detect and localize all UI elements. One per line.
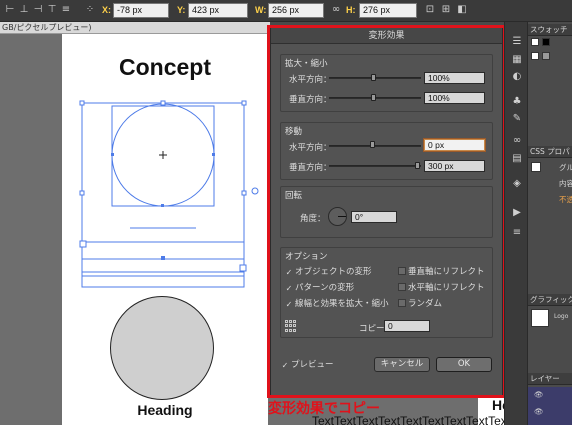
scale-strokes-label: 線幅と効果を拡大・縮小 xyxy=(295,299,389,309)
panel-icon-strip: ☰ ▦ ◐ ♣ ✎ ∞ ▤ ◈ ▶ ≡ xyxy=(504,22,528,425)
scale-vertical-field[interactable]: 100% xyxy=(424,92,485,104)
x-label: X: xyxy=(102,5,111,15)
swatches-tab[interactable]: スウォッチ xyxy=(528,24,572,36)
css-properties-tab[interactable]: CSS プロパ xyxy=(528,146,572,158)
brushes-icon[interactable]: ✎ xyxy=(510,113,524,125)
grey-circle[interactable] xyxy=(110,296,214,400)
checkmark-icon: ✓ xyxy=(281,361,289,370)
transform-objects-label: オブジェクトの変形 xyxy=(295,267,372,277)
visibility-eye-icon[interactable]: 👁 xyxy=(534,407,544,416)
symbols-icon[interactable]: ♣ xyxy=(510,96,524,108)
angle-field[interactable]: 0° xyxy=(351,211,397,223)
reflect-horizontal-checkbox[interactable]: 水平軸にリフレクト xyxy=(398,281,485,293)
right-panels: スウォッチ CSS プロパ グル 内容 不透 グラフィック Logo レイヤー … xyxy=(528,22,572,425)
cancel-button[interactable]: キャンセル xyxy=(374,357,430,372)
move-horizontal-slider[interactable] xyxy=(329,145,421,147)
transform-patterns-checkbox[interactable]: ✓ パターンの変形 xyxy=(285,281,354,293)
w-label: W: xyxy=(255,5,267,15)
reflect-vertical-checkbox[interactable]: 垂直軸にリフレクト xyxy=(398,265,485,277)
align-center-icon[interactable]: ⊥ xyxy=(18,4,30,16)
checkmark-icon: ✓ xyxy=(285,268,293,277)
color-icon[interactable]: ◐ xyxy=(510,71,524,83)
move-vertical-label: 垂直方向： xyxy=(289,163,332,173)
copies-label: コピー xyxy=(359,324,385,334)
layers-icon[interactable]: ◈ xyxy=(510,178,524,190)
transform-patterns-label: パターンの変形 xyxy=(295,283,355,293)
transform-objects-checkbox[interactable]: ✓ オブジェクトの変形 xyxy=(285,265,372,277)
transform-effect-dialog: 変形効果 拡大・縮小 水平方向： 100% 垂直方向： 100% 移動 水平方向… xyxy=(270,27,503,396)
reflect-vertical-label: 垂直軸にリフレクト xyxy=(408,267,485,277)
heading-text: Heading xyxy=(137,402,193,418)
group-label: グル xyxy=(559,163,572,172)
scale-strokes-checkbox[interactable]: ✓ 線幅と効果を拡大・縮小 xyxy=(285,297,389,309)
links-icon[interactable]: ∞ xyxy=(510,135,524,147)
swatches-icon[interactable]: ▦ xyxy=(510,54,524,66)
scale-horizontal-label: 水平方向： xyxy=(289,75,332,85)
angle-dial[interactable] xyxy=(328,207,347,226)
scale-vertical-label: 垂直方向： xyxy=(289,95,332,105)
h-input[interactable]: 276 px xyxy=(359,3,417,18)
scale-title: 拡大・縮小 xyxy=(285,59,328,69)
move-vertical-slider[interactable] xyxy=(329,165,421,167)
copies-field[interactable]: 0 xyxy=(384,320,430,332)
checkmark-icon: ✓ xyxy=(285,300,293,309)
swatch-black[interactable] xyxy=(542,38,550,46)
random-label: ランダム xyxy=(408,299,443,309)
opacity-label: 不透 xyxy=(559,195,572,204)
fill-swatch[interactable] xyxy=(531,162,541,172)
move-vertical-field[interactable]: 300 px xyxy=(424,160,485,172)
dialog-title[interactable]: 変形効果 xyxy=(271,28,502,44)
angle-label: 角度： xyxy=(300,214,326,224)
layers-tab[interactable]: レイヤー xyxy=(528,373,572,385)
contents-label: 内容 xyxy=(559,179,572,188)
move-horizontal-field[interactable]: 0 px xyxy=(424,139,485,151)
rotate-title: 回転 xyxy=(285,191,303,201)
reference-point-icon[interactable] xyxy=(285,320,297,332)
document-tab[interactable]: GB/ピクセルプレビュー) xyxy=(0,22,270,34)
align-middle-icon[interactable]: ≡ xyxy=(60,4,72,16)
h-label: H: xyxy=(346,5,356,15)
move-horizontal-label: 水平方向： xyxy=(289,143,332,153)
transform-panel-icon[interactable]: ⊡ xyxy=(424,4,436,16)
play-icon[interactable]: ▶ xyxy=(510,207,524,219)
grid-icon[interactable]: ⊞ xyxy=(440,4,452,16)
style-thumbnail[interactable] xyxy=(531,309,549,327)
move-vertical-thumb[interactable] xyxy=(415,162,420,169)
annotation-caption: 変形効果でコピー xyxy=(268,400,380,416)
ok-button[interactable]: OK xyxy=(436,357,492,372)
selection-overlay[interactable] xyxy=(62,34,268,304)
y-label: Y: xyxy=(177,5,186,15)
link-proportions-icon[interactable]: ∞ xyxy=(330,4,342,16)
graphic-styles-tab[interactable]: グラフィック xyxy=(528,294,572,306)
preview-checkbox[interactable]: ✓ プレビュー xyxy=(281,358,334,370)
align-top-icon[interactable]: ⊤ xyxy=(46,4,58,16)
isolate-icon[interactable]: ◧ xyxy=(456,4,468,16)
x-input[interactable]: -78 px xyxy=(113,3,169,18)
swatch-grey[interactable] xyxy=(542,52,550,60)
align-right-icon[interactable]: ⊣ xyxy=(32,4,44,16)
menu-icon[interactable]: ☰ xyxy=(510,36,524,48)
swatch-white[interactable] xyxy=(531,38,539,46)
preview-label: プレビュー xyxy=(291,360,334,370)
visibility-eye-icon[interactable]: 👁 xyxy=(534,390,544,399)
scale-horizontal-thumb[interactable] xyxy=(371,74,376,81)
reflect-horizontal-label: 水平軸にリフレクト xyxy=(408,283,485,293)
align-icon[interactable]: ▤ xyxy=(510,153,524,165)
move-title: 移動 xyxy=(285,127,303,137)
swatch-none[interactable] xyxy=(531,52,539,60)
w-input[interactable]: 256 px xyxy=(268,3,324,18)
scale-vertical-thumb[interactable] xyxy=(371,94,376,101)
random-checkbox[interactable]: ランダム xyxy=(398,297,442,309)
scale-horizontal-field[interactable]: 100% xyxy=(424,72,485,84)
artboard[interactable]: Concept Heading xyxy=(62,34,268,425)
y-input[interactable]: 423 px xyxy=(188,3,248,18)
move-horizontal-thumb[interactable] xyxy=(370,141,375,148)
align-left-icon[interactable]: ⊢ xyxy=(4,4,16,16)
control-bar: ⊢ ⊥ ⊣ ⊤ ≡ ⁘ X: -78 px Y: 423 px W: 256 p… xyxy=(0,0,572,22)
options-title: オプション xyxy=(285,252,328,262)
logo-style-label: Logo xyxy=(554,313,569,320)
stroke-icon[interactable]: ≡ xyxy=(510,227,524,239)
checkmark-icon: ✓ xyxy=(285,284,293,293)
reference-point-icon[interactable]: ⁘ xyxy=(84,4,96,16)
